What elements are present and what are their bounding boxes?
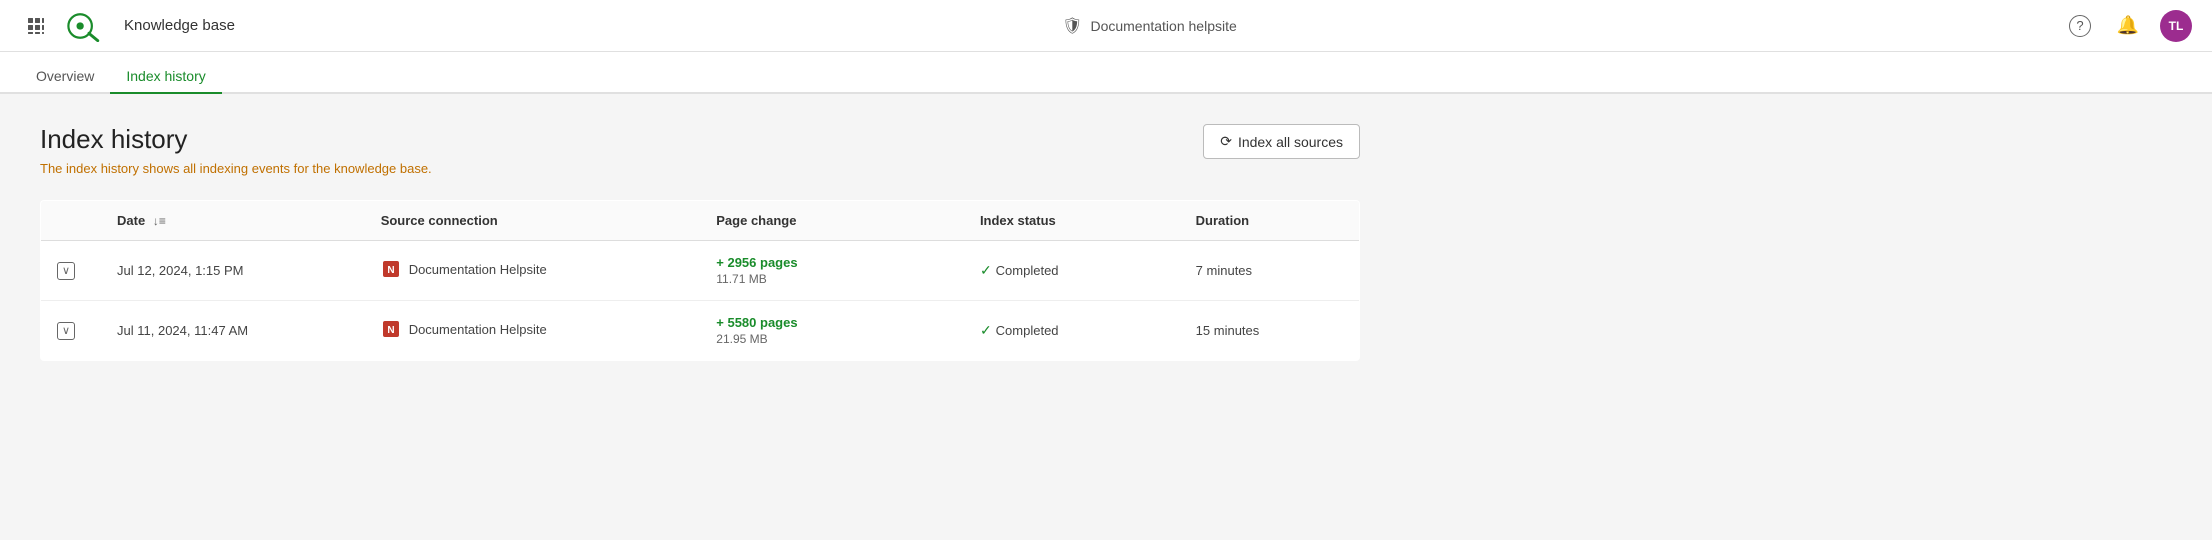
date-cell-0: Jul 12, 2024, 1:15 PM: [101, 241, 365, 301]
tab-index-history[interactable]: Index history: [110, 58, 221, 94]
status-completed-0: ✓ Completed: [980, 262, 1164, 279]
nav-center: 🛡 Documentation helpsite: [1062, 16, 1237, 36]
col-header-status: Index status: [964, 201, 1180, 241]
checkmark-icon-0: ✓: [980, 262, 992, 279]
index-all-sources-button[interactable]: ⟳ Index all sources: [1203, 124, 1360, 159]
status-completed-1: ✓ Completed: [980, 322, 1164, 339]
col-header-pagechange: Page change: [700, 201, 964, 241]
helpsite-label: Documentation helpsite: [1090, 18, 1236, 34]
table-row: ∨ Jul 11, 2024, 11:47 AM N Documentation…: [41, 301, 1360, 361]
expand-cell-1: ∨: [41, 301, 102, 361]
status-cell-0: ✓ Completed: [964, 241, 1180, 301]
page-header-left: Index history The index history shows al…: [40, 124, 432, 176]
page-subtitle: The index history shows all indexing eve…: [40, 161, 432, 176]
table-header: Date ↓≡ Source connection Page change In…: [41, 201, 1360, 241]
tab-overview[interactable]: Overview: [20, 58, 110, 94]
page-header: Index history The index history shows al…: [40, 124, 1360, 176]
helpsite-icon: 🛡: [1062, 16, 1082, 36]
nav-right: ? 🔔 TL: [2064, 10, 2192, 42]
table-row: ∨ Jul 12, 2024, 1:15 PM N Documentation …: [41, 241, 1360, 301]
page-change-amount-1: + 5580 pages: [716, 315, 948, 330]
app-title: Knowledge base: [124, 17, 235, 34]
col-header-source: Source connection: [365, 201, 701, 241]
duration-cell-0: 7 minutes: [1180, 241, 1360, 301]
expand-cell-0: ∨: [41, 241, 102, 301]
main-content: Index history The index history shows al…: [0, 94, 1400, 391]
bell-icon: 🔔: [2117, 15, 2139, 36]
index-icon: ⟳: [1220, 133, 1232, 150]
sort-icon[interactable]: ↓≡: [153, 214, 166, 228]
user-avatar[interactable]: TL: [2160, 10, 2192, 42]
source-cell-0: N Documentation Helpsite: [365, 241, 701, 301]
pagechange-cell-0: + 2956 pages 11.71 MB: [700, 241, 964, 301]
svg-text:N: N: [387, 325, 394, 336]
help-icon: ?: [2069, 15, 2091, 37]
col-header-expand: [41, 201, 102, 241]
col-header-date: Date ↓≡: [101, 201, 365, 241]
index-table: Date ↓≡ Source connection Page change In…: [40, 200, 1360, 361]
col-header-duration: Duration: [1180, 201, 1360, 241]
expand-button-1[interactable]: ∨: [57, 322, 75, 340]
top-nav: Knowledge base 🛡 Documentation helpsite …: [0, 0, 2212, 52]
svg-text:N: N: [387, 265, 394, 276]
page-change-amount-0: + 2956 pages: [716, 255, 948, 270]
date-cell-1: Jul 11, 2024, 11:47 AM: [101, 301, 365, 361]
notifications-button[interactable]: 🔔: [2112, 10, 2144, 42]
status-cell-1: ✓ Completed: [964, 301, 1180, 361]
page-change-size-0: 11.71 MB: [716, 272, 948, 286]
sub-nav: Overview Index history: [0, 52, 2212, 94]
source-icon-0: N: [381, 259, 401, 279]
page-change-size-1: 21.95 MB: [716, 332, 948, 346]
page-title: Index history: [40, 124, 432, 155]
duration-cell-1: 15 minutes: [1180, 301, 1360, 361]
grid-menu-button[interactable]: [20, 10, 52, 42]
help-button[interactable]: ?: [2064, 10, 2096, 42]
source-cell-1: N Documentation Helpsite: [365, 301, 701, 361]
expand-button-0[interactable]: ∨: [57, 262, 75, 280]
index-all-label: Index all sources: [1238, 134, 1343, 150]
source-icon-1: N: [381, 319, 401, 339]
pagechange-cell-1: + 5580 pages 21.95 MB: [700, 301, 964, 361]
qlik-logo: [64, 10, 108, 42]
table-body: ∨ Jul 12, 2024, 1:15 PM N Documentation …: [41, 241, 1360, 361]
checkmark-icon-1: ✓: [980, 322, 992, 339]
table-header-row: Date ↓≡ Source connection Page change In…: [41, 201, 1360, 241]
